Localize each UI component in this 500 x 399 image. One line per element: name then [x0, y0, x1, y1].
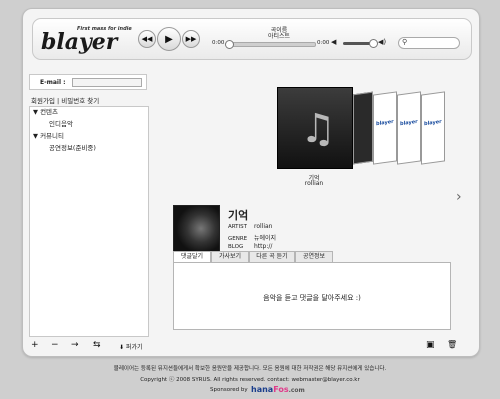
trash-icon[interactable]: 🗑	[447, 340, 457, 349]
sponsor-name-a: hana	[251, 385, 274, 394]
add-icon[interactable]: +	[31, 340, 39, 350]
bottom-toolbar: + − → ⇆ ⬇ 퍼가기 ▣ 🗑	[31, 340, 471, 351]
seek-knob[interactable]	[225, 40, 234, 49]
mute-icon[interactable]: ◀	[331, 38, 336, 46]
sponsor-name-b: Fos	[273, 385, 289, 394]
cover-caption-artist: rollian	[304, 180, 324, 187]
tagline: First mass for indie	[77, 26, 132, 32]
album-cover-current[interactable]: ♫	[277, 87, 353, 169]
album-cover-side[interactable]: blayer	[397, 91, 421, 165]
remove-icon[interactable]: −	[51, 340, 59, 350]
music-note-icon: ♫	[300, 106, 336, 152]
footer-notice: 블레이어는 등록된 뮤지션들에게서 확보한 음원만을 제공합니다. 모든 음원에…	[113, 366, 387, 372]
tree-category-community[interactable]: ▼ 커뮤니티	[33, 130, 147, 142]
tree-item-concert-info[interactable]: 공연정보(준비중)	[49, 142, 147, 154]
search-box[interactable]: ⚲	[398, 37, 460, 49]
time-total: 0:00	[317, 40, 330, 46]
track-artist-row: ARTIST rollian	[228, 223, 273, 230]
chevron-right-icon[interactable]: ›	[456, 189, 462, 205]
genre-value: 뉴에이지	[254, 235, 277, 242]
email-input[interactable]	[72, 78, 142, 87]
signup-link[interactable]: 회원가입 |	[31, 97, 61, 105]
play-button[interactable]: ▶	[157, 27, 181, 51]
share-button[interactable]: ⬇ 퍼가기	[119, 342, 143, 351]
album-cover-side[interactable]: blayer	[373, 91, 397, 165]
blog-link[interactable]: http://	[254, 243, 272, 250]
tab-lyrics[interactable]: 가사보기	[211, 251, 249, 262]
category-tree: ▼ 컨텐츠 인디음악 ▼ 커뮤니티 공연정보(준비중)	[29, 106, 147, 154]
seek-slider[interactable]	[225, 40, 316, 49]
album-cover-side[interactable]: blayer	[421, 91, 445, 165]
previous-icon: ◀◀	[141, 35, 153, 43]
email-label: E-mail :	[40, 79, 66, 86]
logo: blayer	[41, 29, 118, 55]
track-title: 기억	[228, 209, 249, 222]
repeat-icon[interactable]: →	[71, 340, 79, 350]
cover-logo: blayer	[424, 118, 442, 128]
tab-concert-info[interactable]: 공연정보	[295, 251, 333, 262]
sponsor-name-c: .com	[288, 387, 305, 394]
genre-key: GENRE	[228, 236, 248, 242]
shuffle-icon[interactable]: ⇆	[93, 340, 101, 350]
cover-flow: ♫ blayer blayer blayer 기억 rollian	[277, 87, 477, 197]
now-playing-artist: 아티스트	[267, 33, 291, 40]
comment-prompt: 음악을 듣고 댓글을 달아주세요 :)	[263, 294, 361, 302]
cover-logo: blayer	[376, 118, 394, 128]
comment-panel[interactable]: 음악을 듣고 댓글을 달아주세요 :)	[173, 262, 451, 330]
play-icon: ▶	[165, 33, 173, 45]
next-button[interactable]: ▶▶	[182, 30, 200, 48]
search-icon[interactable]: ⚲	[402, 38, 407, 46]
track-thumbnail	[173, 205, 220, 252]
artist-value: rollian	[254, 223, 273, 230]
volume-slider[interactable]	[343, 39, 378, 48]
player-window: blayer First mass for indie ◀◀ ▶ ▶▶ 곡이름 …	[22, 8, 480, 357]
sponsor-logo[interactable]: hanaFos.com	[251, 385, 305, 394]
cover-logo: blayer	[400, 118, 418, 128]
blog-key: BLOG	[228, 244, 244, 250]
track-blog-row: BLOG http://	[228, 243, 272, 250]
next-icon: ▶▶	[185, 35, 197, 43]
time-elapsed: 0:00	[212, 40, 225, 46]
tab-other-songs[interactable]: 다른 곡 듣기	[249, 251, 295, 262]
top-control-bar: blayer First mass for indie ◀◀ ▶ ▶▶ 곡이름 …	[32, 18, 472, 60]
sponsor-label: Sponsored by	[210, 387, 248, 393]
tree-category-contents[interactable]: ▼ 컨텐츠	[33, 106, 147, 118]
save-icon[interactable]: ▣	[426, 340, 435, 350]
footer-copyright: Copyright ⓒ 2008 SYRUS. All rights reser…	[140, 377, 360, 383]
volume-max-icon[interactable]: ◀)	[378, 38, 386, 46]
volume-knob[interactable]	[368, 39, 378, 48]
album-cover-side[interactable]	[353, 91, 373, 165]
previous-button[interactable]: ◀◀	[138, 30, 156, 48]
find-password-link[interactable]: 비밀번호 찾기	[61, 97, 99, 105]
email-box: E-mail :	[29, 74, 147, 90]
artist-key: ARTIST	[228, 224, 248, 230]
auth-links: 회원가입 | 비밀번호 찾기	[31, 95, 99, 105]
tree-item-indie-music[interactable]: 인디음악	[49, 118, 147, 130]
search-input[interactable]	[413, 39, 455, 46]
track-genre-row: GENRE 뉴에이지	[228, 233, 276, 242]
